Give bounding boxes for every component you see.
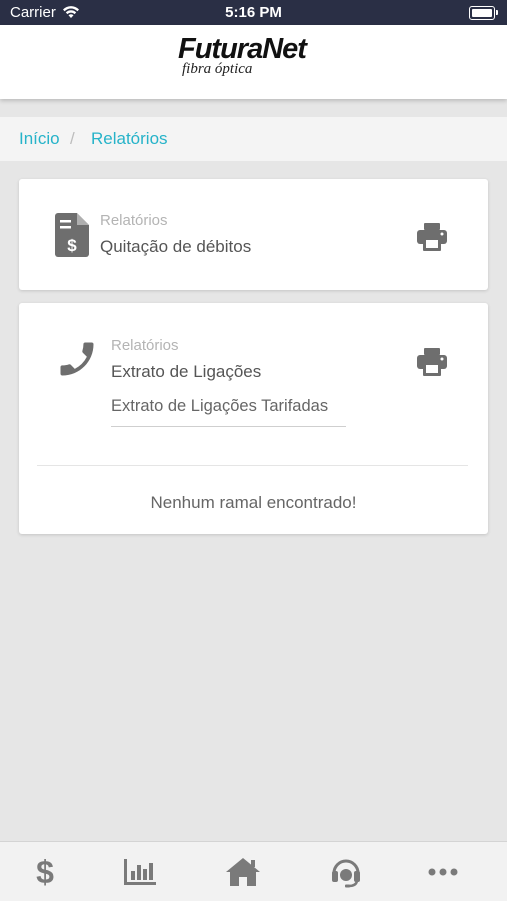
tab-suporte[interactable] <box>316 842 376 901</box>
print-icon[interactable] <box>417 348 447 381</box>
clock: 5:16 PM <box>225 4 282 21</box>
card-divider <box>37 465 468 466</box>
report-type-select[interactable]: Extrato de Ligações Tarifadas <box>111 397 328 416</box>
tab-mais[interactable] <box>413 842 473 901</box>
bottom-tab-bar: $ <box>0 841 507 901</box>
svg-text:$: $ <box>67 236 77 255</box>
breadcrumb: Início / Relatórios <box>0 117 507 161</box>
dollar-icon: $ <box>36 856 54 888</box>
empty-state-message: Nenhum ramal encontrado! <box>150 493 357 512</box>
tab-relatorios[interactable] <box>110 842 170 901</box>
battery-icon <box>469 6 498 20</box>
support-headset-icon <box>332 859 360 887</box>
phone-icon <box>55 337 99 386</box>
status-bar: Carrier 5:16 PM <box>0 0 507 25</box>
bar-chart-icon <box>124 858 156 885</box>
print-icon[interactable] <box>417 223 447 256</box>
tab-financeiro[interactable]: $ <box>15 842 75 901</box>
select-underline <box>111 426 346 427</box>
app-header: FuturaNet fibra óptica <box>0 25 507 99</box>
report-card-quitacao[interactable]: $ Relatórios Quitação de débitos <box>19 179 488 290</box>
card-category-label: Relatórios <box>100 212 168 229</box>
breadcrumb-separator: / <box>70 129 75 148</box>
svg-text:$: $ <box>36 856 54 888</box>
card-title: Extrato de Ligações <box>111 362 262 381</box>
home-icon <box>226 857 260 886</box>
logo-tagline: fibra óptica <box>182 61 253 77</box>
futuranet-logo: FuturaNet fibra óptica <box>178 33 307 77</box>
card-category-label: Relatórios <box>111 337 179 354</box>
invoice-dollar-icon: $ <box>55 213 89 262</box>
tab-inicio[interactable] <box>213 842 273 901</box>
report-card-extrato: Relatórios Extrato de Ligações Extrato d… <box>19 303 488 534</box>
card-title: Quitação de débitos <box>100 237 252 256</box>
more-icon <box>428 868 458 875</box>
breadcrumb-home-link[interactable]: Início <box>19 117 60 161</box>
breadcrumb-reports-link[interactable]: Relatórios <box>91 117 168 161</box>
